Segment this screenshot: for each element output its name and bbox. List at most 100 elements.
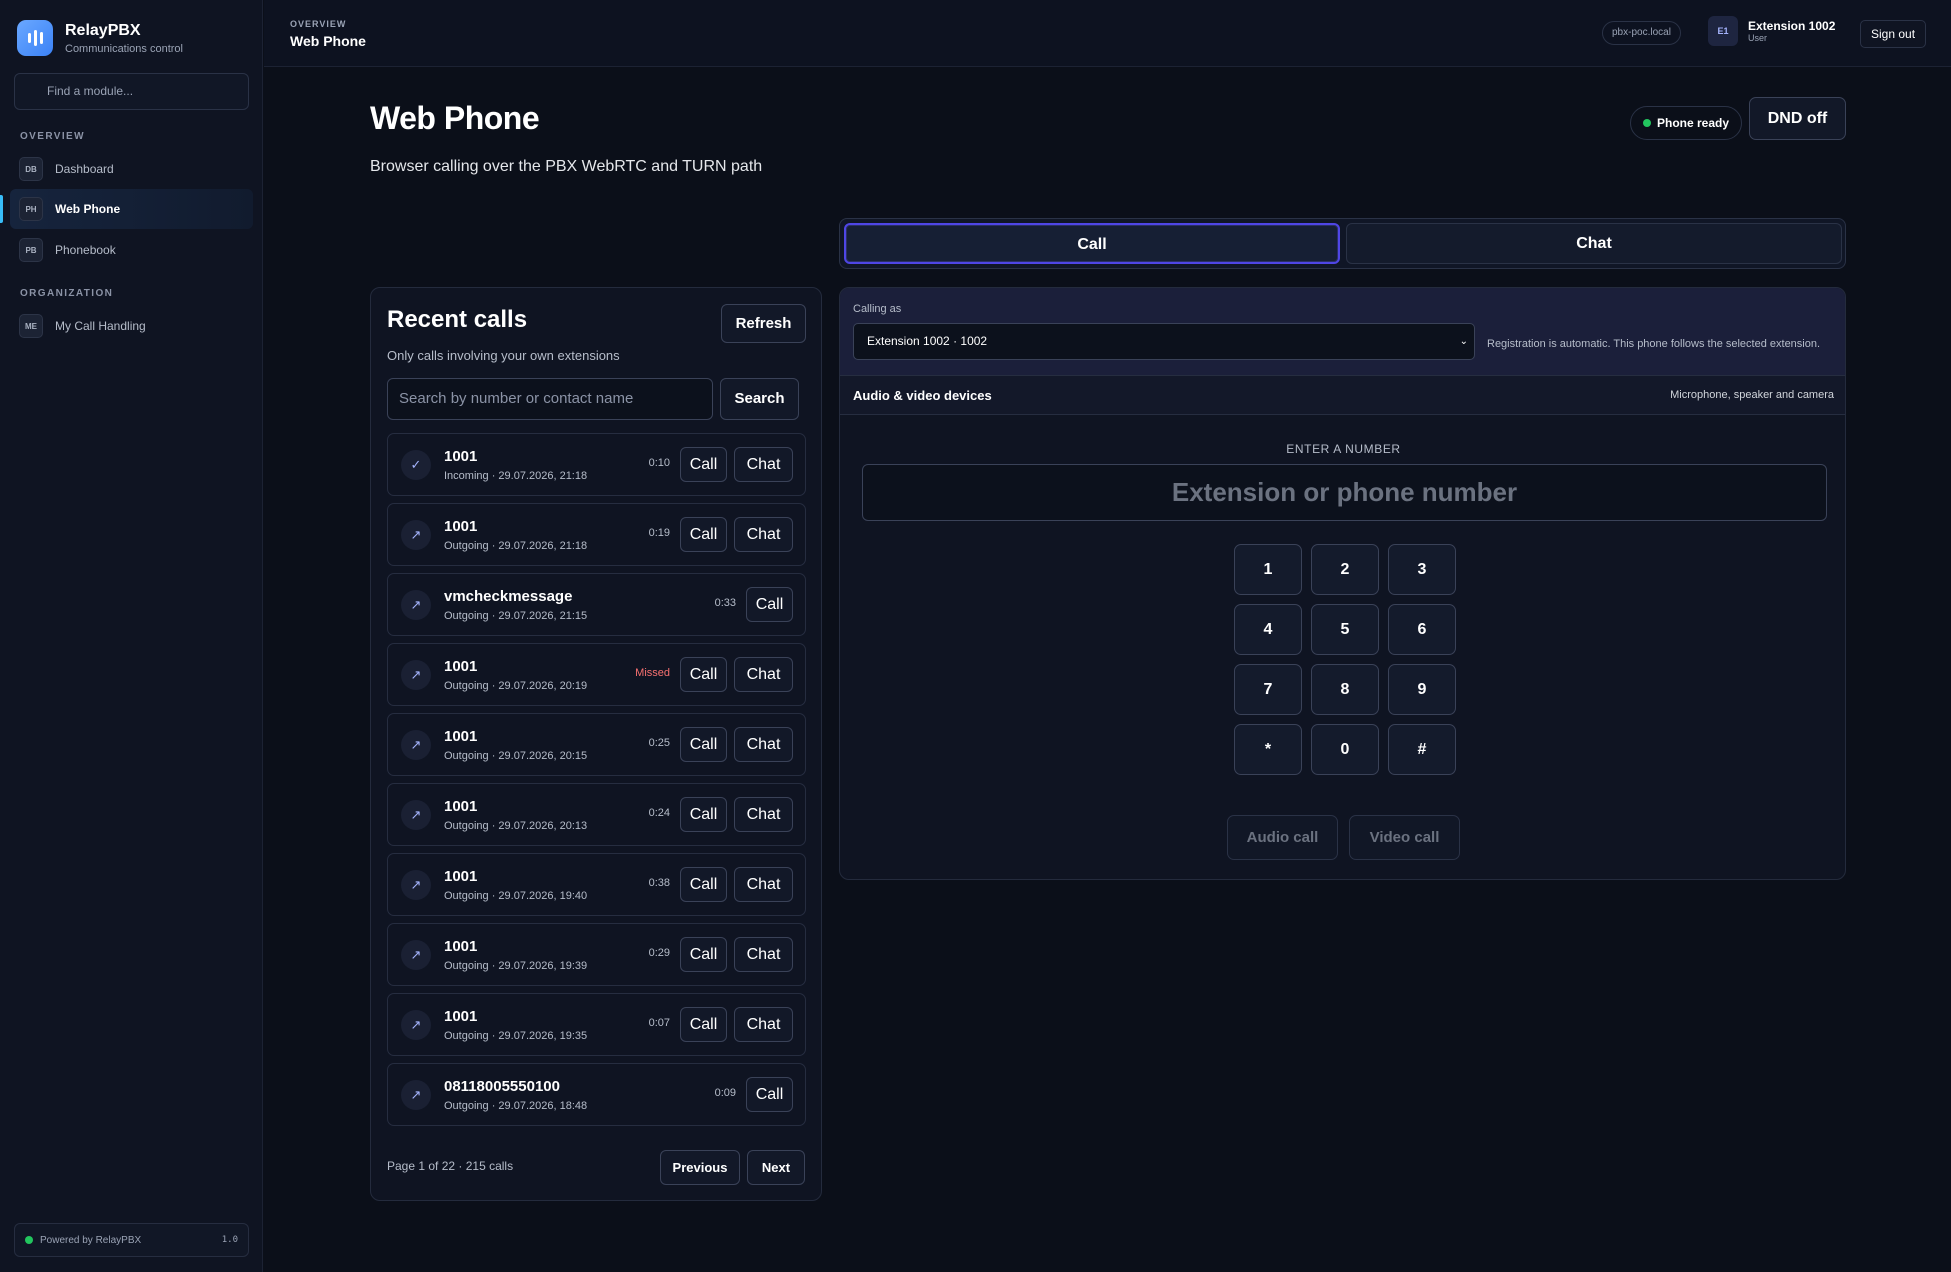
brand-subtitle: Communications control — [65, 42, 183, 55]
page-title: Web Phone — [370, 100, 540, 136]
call-meta: Outgoing · 29.07.2026, 18:48 — [444, 1100, 588, 1112]
sidebar-item-web-phone[interactable]: PH Web Phone — [0, 189, 253, 229]
extension-select-value: Extension 1002 · 1002 — [867, 334, 988, 348]
table-row[interactable]: ↗ 1001 Outgoing · 29.07.2026, 19:35 0:07… — [387, 993, 806, 1056]
row-call-button[interactable]: Call — [680, 797, 727, 832]
footer-text: Powered by RelayPBX — [40, 1234, 142, 1246]
audio-call-button[interactable]: Audio call — [1227, 815, 1338, 860]
outgoing-call-icon: ↗ — [401, 1010, 431, 1040]
keypad-key[interactable]: 3 — [1388, 544, 1456, 595]
row-chat-button[interactable]: Chat — [734, 517, 793, 552]
table-row[interactable]: ↗ 1001 Outgoing · 29.07.2026, 19:40 0:38… — [387, 853, 806, 916]
row-call-button[interactable]: Call — [680, 657, 727, 692]
brand-name: RelayPBX — [65, 21, 141, 39]
row-chat-button[interactable]: Chat — [734, 727, 793, 762]
call-duration: 0:24 — [648, 807, 670, 819]
sign-out-button[interactable]: Sign out — [1860, 20, 1927, 48]
row-chat-button[interactable]: Chat — [734, 937, 793, 972]
row-chat-button[interactable]: Chat — [734, 657, 793, 692]
recent-calls-title: Recent calls — [387, 306, 528, 333]
next-page-button[interactable]: Next — [747, 1150, 805, 1185]
row-call-button[interactable]: Call — [680, 517, 727, 552]
dnd-toggle-button[interactable]: DND off — [1749, 97, 1846, 140]
user-name: Extension 1002 — [1748, 19, 1836, 33]
previous-page-button[interactable]: Previous — [660, 1150, 740, 1185]
brand-logo-icon — [17, 20, 53, 56]
extension-select[interactable]: Extension 1002 · 1002 ⌄ — [853, 323, 1475, 360]
phone-status-badge: Phone ready — [1630, 106, 1743, 140]
module-search-input[interactable]: Find a module... — [14, 73, 249, 110]
devices-toggle[interactable]: Audio & video devices Microphone, speake… — [840, 375, 1845, 415]
ready-dot-icon — [1643, 119, 1651, 127]
table-row[interactable]: ↗ 1001 Outgoing · 29.07.2026, 20:13 0:24… — [387, 783, 806, 846]
refresh-button[interactable]: Refresh — [721, 304, 806, 343]
search-button[interactable]: Search — [720, 378, 799, 420]
keypad-key[interactable]: * — [1234, 724, 1302, 775]
keypad-key[interactable]: 8 — [1311, 664, 1379, 715]
table-row[interactable]: ↗ 1001 Outgoing · 29.07.2026, 21:18 0:19… — [387, 503, 806, 566]
table-row[interactable]: ↗ 08118005550100 Outgoing · 29.07.2026, … — [387, 1063, 806, 1126]
call-meta: Outgoing · 29.07.2026, 21:18 — [444, 540, 588, 552]
phonebook-icon: PB — [19, 238, 43, 262]
row-call-button[interactable]: Call — [680, 727, 727, 762]
user-menu[interactable]: E1 Extension 1002 User — [1708, 16, 1835, 46]
call-duration: 0:10 — [648, 457, 670, 469]
call-meta: Outgoing · 29.07.2026, 20:19 — [444, 680, 588, 692]
avatar: E1 — [1708, 16, 1738, 46]
dashboard-icon: DB — [19, 157, 43, 181]
row-call-button[interactable]: Call — [746, 587, 793, 622]
sidebar-item-phonebook[interactable]: PB Phonebook — [10, 230, 253, 270]
sidebar-item-dashboard[interactable]: DB Dashboard — [10, 149, 253, 189]
outgoing-call-icon: ↗ — [401, 590, 431, 620]
row-chat-button[interactable]: Chat — [734, 1007, 793, 1042]
call-contact-name: 1001 — [444, 728, 478, 745]
keypad-key[interactable]: 0 — [1311, 724, 1379, 775]
keypad-key[interactable]: 2 — [1311, 544, 1379, 595]
keypad-key[interactable]: 9 — [1388, 664, 1456, 715]
row-call-button[interactable]: Call — [680, 937, 727, 972]
keypad-key[interactable]: # — [1388, 724, 1456, 775]
outgoing-call-icon: ↗ — [401, 870, 431, 900]
table-row[interactable]: ↗ vmcheckmessage Outgoing · 29.07.2026, … — [387, 573, 806, 636]
sidebar-item-my-call-handling[interactable]: ME My Call Handling — [10, 306, 253, 346]
call-search-input[interactable]: Search by number or contact name — [387, 378, 713, 420]
outgoing-call-icon: ↗ — [401, 940, 431, 970]
row-chat-button[interactable]: Chat — [734, 447, 793, 482]
call-meta: Outgoing · 29.07.2026, 20:15 — [444, 750, 588, 762]
outgoing-call-icon: ↗ — [401, 1080, 431, 1110]
calling-as-label: Calling as — [853, 303, 902, 315]
outgoing-call-icon: ↗ — [401, 520, 431, 550]
mode-tabs: Call Chat — [839, 218, 1846, 269]
user-role: User — [1748, 33, 1768, 43]
keypad-key[interactable]: 6 — [1388, 604, 1456, 655]
table-row[interactable]: ↗ 1001 Outgoing · 29.07.2026, 20:15 0:25… — [387, 713, 806, 776]
row-call-button[interactable]: Call — [680, 447, 727, 482]
call-duration: 0:09 — [714, 1087, 736, 1099]
number-input[interactable]: Extension or phone number — [862, 464, 1827, 521]
row-call-button[interactable]: Call — [680, 867, 727, 902]
row-chat-button[interactable]: Chat — [734, 867, 793, 902]
row-chat-button[interactable]: Chat — [734, 797, 793, 832]
call-meta: Outgoing · 29.07.2026, 20:13 — [444, 820, 588, 832]
row-call-button[interactable]: Call — [746, 1077, 793, 1112]
call-meta: Outgoing · 29.07.2026, 19:39 — [444, 960, 588, 972]
call-contact-name: 1001 — [444, 448, 478, 465]
call-meta: Incoming · 29.07.2026, 21:18 — [444, 470, 588, 482]
keypad-key[interactable]: 5 — [1311, 604, 1379, 655]
video-call-button[interactable]: Video call — [1349, 815, 1460, 860]
keypad-key[interactable]: 7 — [1234, 664, 1302, 715]
row-call-button[interactable]: Call — [680, 1007, 727, 1042]
table-row[interactable]: ↗ 1001 Outgoing · 29.07.2026, 20:19 Miss… — [387, 643, 806, 706]
call-contact-name: 1001 — [444, 798, 478, 815]
tab-call[interactable]: Call — [844, 223, 1340, 264]
brand[interactable]: RelayPBX Communications control — [17, 20, 183, 56]
call-duration: 0:38 — [648, 877, 670, 889]
tab-chat[interactable]: Chat — [1346, 223, 1842, 264]
status-dot-icon — [25, 1236, 33, 1244]
sidebar-item-label: Dashboard — [55, 162, 114, 176]
table-row[interactable]: ↗ 1001 Outgoing · 29.07.2026, 19:39 0:29… — [387, 923, 806, 986]
keypad-key[interactable]: 4 — [1234, 604, 1302, 655]
keypad-key[interactable]: 1 — [1234, 544, 1302, 595]
call-contact-name: vmcheckmessage — [444, 588, 573, 605]
table-row[interactable]: ✓ 1001 Incoming · 29.07.2026, 21:18 0:10… — [387, 433, 806, 496]
